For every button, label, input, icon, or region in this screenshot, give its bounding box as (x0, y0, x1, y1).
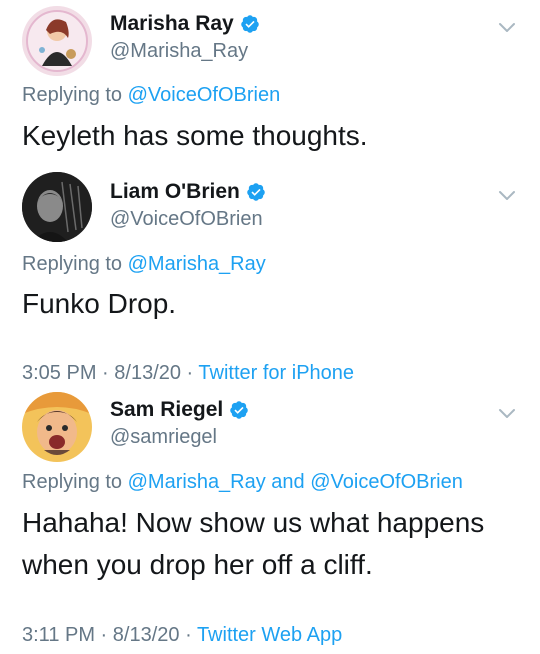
avatar-marisha-image (22, 6, 92, 76)
reply-mention-link[interactable]: @Marisha_Ray (128, 253, 266, 275)
avatar-sam[interactable] (22, 392, 92, 462)
reply-and-text: and (265, 471, 311, 493)
avatar-marisha[interactable] (22, 6, 92, 76)
tweet-menu-chevron-down-icon[interactable] (496, 16, 518, 38)
tweet-menu-chevron-down-icon[interactable] (496, 184, 518, 206)
author-handle[interactable]: @samriegel (110, 426, 217, 449)
reply-mention-link[interactable]: @Marisha_Ray (128, 471, 266, 493)
tweet-date[interactable]: 8/13/20 (114, 362, 181, 384)
replying-to-prefix: Replying to (22, 471, 128, 493)
reply-mention-link-2[interactable]: @VoiceOfOBrien (310, 471, 463, 493)
avatar-liam[interactable] (22, 172, 92, 242)
meta-separator: · (179, 624, 197, 646)
verified-badge-icon (246, 182, 266, 202)
tweet-text: Keyleth has some thoughts. (22, 120, 368, 151)
tweet-time[interactable]: 3:11 PM (22, 624, 95, 646)
meta-separator: · (181, 362, 199, 384)
author-name[interactable]: Marisha Ray (110, 12, 234, 36)
tweet-date[interactable]: 8/13/20 (113, 624, 180, 646)
author-name[interactable]: Liam O'Brien (110, 180, 240, 204)
meta-separator: · (96, 362, 115, 384)
replying-to: Replying to @VoiceOfOBrien (22, 84, 280, 107)
tweet-text: Hahaha! Now show us what happens when yo… (22, 507, 485, 580)
tweet-time[interactable]: 3:05 PM (22, 362, 96, 384)
tweet-menu-chevron-down-icon[interactable] (496, 402, 518, 424)
replying-to-prefix: Replying to (22, 253, 128, 275)
author-handle[interactable]: @Marisha_Ray (110, 40, 248, 63)
verified-badge-icon (240, 14, 260, 34)
author-handle[interactable]: @VoiceOfOBrien (110, 208, 263, 231)
tweet-meta: 3:05 PM · 8/13/20 · Twitter for iPhone (22, 362, 354, 385)
replying-to: Replying to @Marisha_Ray and @VoiceOfOBr… (22, 471, 463, 494)
meta-separator: · (95, 624, 113, 646)
tweet-text: Funko Drop. (22, 288, 177, 319)
avatar-sam-image (22, 392, 92, 462)
author-name[interactable]: Sam Riegel (110, 398, 223, 422)
replying-to: Replying to @Marisha_Ray (22, 253, 266, 276)
tweet-source-link[interactable]: Twitter Web App (197, 624, 342, 646)
tweet-meta: 3:11 PM · 8/13/20 · Twitter Web App (22, 624, 342, 647)
verified-badge-icon (229, 400, 249, 420)
avatar-liam-image (22, 172, 92, 242)
reply-mention-link[interactable]: @VoiceOfOBrien (128, 84, 281, 106)
tweet-source-link[interactable]: Twitter for iPhone (198, 362, 354, 384)
replying-to-prefix: Replying to (22, 84, 128, 106)
